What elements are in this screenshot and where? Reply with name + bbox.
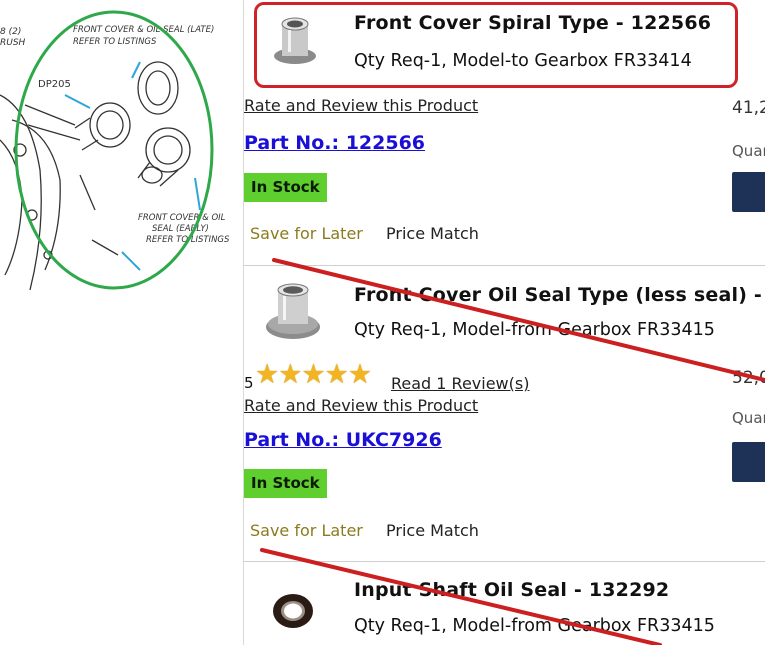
product-price: 52,0 [732,368,765,388]
diagram-label: 8 (2) [0,27,21,37]
diagram-label: REFER TO LISTINGS [73,37,157,47]
oil-seal-icon[interactable] [272,592,314,630]
product-item-ukc7926: Front Cover Oil Seal Type (less seal) - … [244,266,765,560]
price-match-link[interactable]: Price Match [386,521,479,540]
price-match-link[interactable]: Price Match [386,224,479,243]
product-qty-info: Qty Req-1, Model-from Gearbox FR33415 [354,320,715,340]
product-title[interactable]: Input Shaft Oil Seal - 132292 [354,579,669,601]
rating-count: 5 [244,374,254,392]
quantity-label: Quan [732,142,765,160]
diagram-label: RUSH [0,38,26,48]
highlight-box [254,2,738,88]
rate-review-link[interactable]: Rate and Review this Product [244,396,478,415]
quantity-label: Quan [732,409,765,427]
diagram-label: SEAL (EARLY) [152,224,209,234]
diagram-label: FRONT COVER & OIL SEAL (LATE) [73,25,214,35]
product-item-132292: Input Shaft Oil Seal - 132292 Qty Req-1,… [244,562,765,645]
diagram-label: DP205 [38,79,71,90]
stock-badge: In Stock [244,173,327,202]
front-cover-part-icon[interactable] [264,282,322,342]
part-number-link[interactable]: Part No.: UKC7926 [244,429,442,451]
rate-review-link[interactable]: Rate and Review this Product [244,96,478,115]
gearbox-exploded-diagram: 8 (2) RUSH FRONT COVER & OIL SEAL (LATE)… [0,10,230,290]
diagram-label: FRONT COVER & OIL [138,213,226,223]
product-title[interactable]: Front Cover Oil Seal Type (less seal) - [354,284,762,306]
add-to-cart-button[interactable] [732,172,765,212]
add-to-cart-button[interactable] [732,442,765,482]
read-reviews-link[interactable]: Read 1 Review(s) [391,374,529,393]
save-for-later-link[interactable]: Save for Later [250,521,363,540]
product-price: 41,2 [732,98,765,118]
save-for-later-link[interactable]: Save for Later [250,224,363,243]
stock-badge: In Stock [244,469,327,498]
part-number-link[interactable]: Part No.: 122566 [244,132,425,154]
product-qty-info: Qty Req-1, Model-from Gearbox FR33415 [354,616,715,636]
star-rating: ★★★★★ [255,359,372,390]
